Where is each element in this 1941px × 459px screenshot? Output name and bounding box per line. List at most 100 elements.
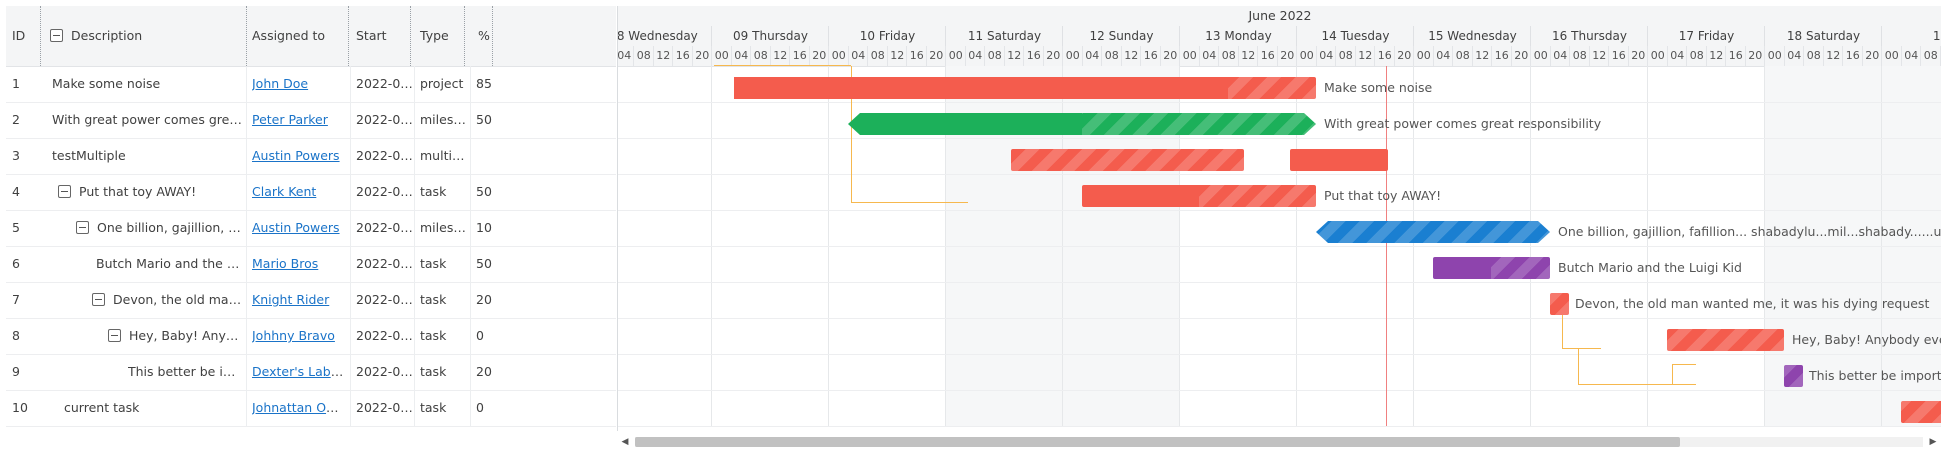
milestone-bar[interactable] — [1316, 221, 1550, 243]
row-gridline — [618, 318, 1941, 319]
timeline-hour: 00 — [1881, 46, 1902, 66]
timeline-hour: 08 — [1686, 46, 1707, 66]
column-header-description-label: Description — [71, 28, 143, 43]
timeline-hour: 08 — [633, 46, 654, 66]
row-type: task — [420, 292, 447, 307]
row-percent: 85 — [476, 76, 492, 91]
task-bar[interactable] — [1667, 329, 1784, 351]
assignee-link[interactable]: Knight Rider — [252, 292, 329, 307]
remaining-stripes — [1228, 77, 1316, 99]
table-row[interactable]: 10 current task Johnattan Owens 2022-06-… — [6, 390, 616, 427]
scroll-thumb[interactable] — [635, 437, 1680, 447]
row-type: milestone — [420, 220, 470, 235]
row-gridline — [618, 426, 1941, 427]
horizontal-scrollbar[interactable]: ◀ ▶ — [617, 431, 1941, 453]
task-bar[interactable] — [1784, 365, 1803, 387]
project-bar[interactable] — [734, 77, 1316, 99]
scroll-left-icon[interactable]: ◀ — [619, 435, 631, 449]
column-resizer[interactable] — [246, 6, 247, 66]
column-header-description[interactable]: Description — [50, 6, 142, 66]
assignee-link[interactable]: Johhny Bravo — [252, 328, 335, 343]
row-gridline — [618, 282, 1941, 283]
row-gridline — [618, 210, 1941, 211]
task-bar[interactable] — [1290, 149, 1388, 171]
milestone-bar[interactable] — [848, 113, 1316, 135]
task-bar[interactable] — [1433, 257, 1550, 279]
column-header-id[interactable]: ID — [12, 6, 25, 66]
timeline-hour: 08 — [1101, 46, 1122, 66]
timeline-hour: 04 — [1081, 46, 1103, 66]
timeline-hour: 12 — [1003, 46, 1025, 66]
collapse-icon[interactable] — [108, 329, 121, 342]
column-header-type[interactable]: Type — [420, 6, 449, 66]
row-start: 2022-06-11 — [356, 148, 416, 163]
bar-label: Hey, Baby! Anybody ever tell you I'm bea… — [1792, 332, 1941, 347]
column-header-percent[interactable]: % — [478, 6, 490, 66]
scroll-right-icon[interactable]: ▶ — [1927, 435, 1939, 449]
timeline-hour: 16 — [789, 46, 810, 66]
assignee-link[interactable]: Austin Powers — [252, 148, 340, 163]
timeline-hour: 20 — [1276, 46, 1298, 66]
row-id: 9 — [12, 364, 20, 379]
task-bar[interactable] — [1011, 149, 1244, 171]
assignee-link[interactable]: Clark Kent — [252, 184, 316, 199]
table-row[interactable]: 8 Hey, Baby! Anybody ever tell ... Johhn… — [6, 318, 616, 355]
column-header-start[interactable]: Start — [356, 6, 387, 66]
row-description: With great power comes great responsib..… — [52, 112, 242, 127]
scroll-track[interactable] — [635, 437, 1923, 447]
row-percent — [476, 138, 506, 174]
timeline-hour: 12 — [886, 46, 908, 66]
column-resizer[interactable] — [40, 6, 41, 66]
collapse-icon[interactable] — [76, 221, 89, 234]
timeline-hour: 16 — [1725, 46, 1746, 66]
table-row[interactable]: 9 This better be important, wo... Dexter… — [6, 354, 616, 391]
timeline-hour: 12 — [1822, 46, 1844, 66]
assignee-link[interactable]: John Doe — [252, 76, 308, 91]
timeline-hour: 16 — [906, 46, 927, 66]
column-resizer[interactable] — [410, 6, 411, 66]
row-id: 2 — [12, 112, 20, 127]
column-resizer[interactable] — [464, 6, 465, 66]
assignee-link[interactable]: Austin Powers — [252, 220, 340, 235]
bar-label: Make some noise — [1324, 80, 1433, 95]
timeline-hour: 16 — [1608, 46, 1629, 66]
timeline-hour: 12 — [1120, 46, 1142, 66]
collapse-all-icon[interactable] — [50, 29, 63, 42]
column-resizer[interactable] — [348, 6, 349, 66]
timeline-hour: 08 — [1218, 46, 1239, 66]
table-row[interactable]: 1 Make some noise John Doe 2022-06-09 pr… — [6, 66, 616, 103]
task-bar[interactable] — [1550, 293, 1569, 315]
row-description: current task — [64, 400, 140, 415]
timeline-hour: 08 — [1335, 46, 1356, 66]
column-header-assigned[interactable]: Assigned to — [252, 6, 325, 66]
row-description: Devon, the old man wanted me,... — [113, 292, 244, 307]
timeline-hour: 16 — [1374, 46, 1395, 66]
timeline-day: 17 Friday — [1647, 26, 1765, 46]
row-id: 5 — [12, 220, 20, 235]
table-row[interactable]: 3 testMultiple Austin Powers 2022-06-11 … — [6, 138, 616, 175]
assignee-link[interactable]: Johnattan Owens — [252, 400, 348, 415]
table-row[interactable]: 5 One billion, gajillion, fafillion... s… — [6, 210, 616, 247]
task-bar[interactable] — [1901, 401, 1941, 423]
dependency-line — [851, 202, 968, 203]
assignee-link[interactable]: Mario Bros — [252, 256, 318, 271]
table-row[interactable]: 7 Devon, the old man wanted me,... Knigh… — [6, 282, 616, 319]
task-bar[interactable] — [1082, 185, 1316, 207]
timeline-hour: 04 — [1315, 46, 1337, 66]
collapse-icon[interactable] — [92, 293, 105, 306]
column-resizer[interactable] — [492, 6, 493, 66]
timeline-day: 19 — [1881, 26, 1941, 46]
table-row[interactable]: 4 Put that toy AWAY! Clark Kent 2022-06-… — [6, 174, 616, 211]
assignee-link[interactable]: Dexter's Laboratory — [252, 364, 348, 379]
table-row[interactable]: 6 Butch Mario and the Luigi Kid Mario Br… — [6, 246, 616, 283]
assignee-link[interactable]: Peter Parker — [252, 112, 328, 127]
dependency-line — [1672, 364, 1673, 384]
dependency-line — [1562, 348, 1601, 349]
row-gridline — [618, 390, 1941, 391]
collapse-icon[interactable] — [58, 185, 71, 198]
timeline-hour: 20 — [1159, 46, 1181, 66]
table-row[interactable]: 2 With great power comes great responsib… — [6, 102, 616, 139]
timeline-hour: 20 — [1861, 46, 1883, 66]
timeline-hour: 20 — [1627, 46, 1649, 66]
timeline-day: 13 Monday — [1179, 26, 1297, 46]
